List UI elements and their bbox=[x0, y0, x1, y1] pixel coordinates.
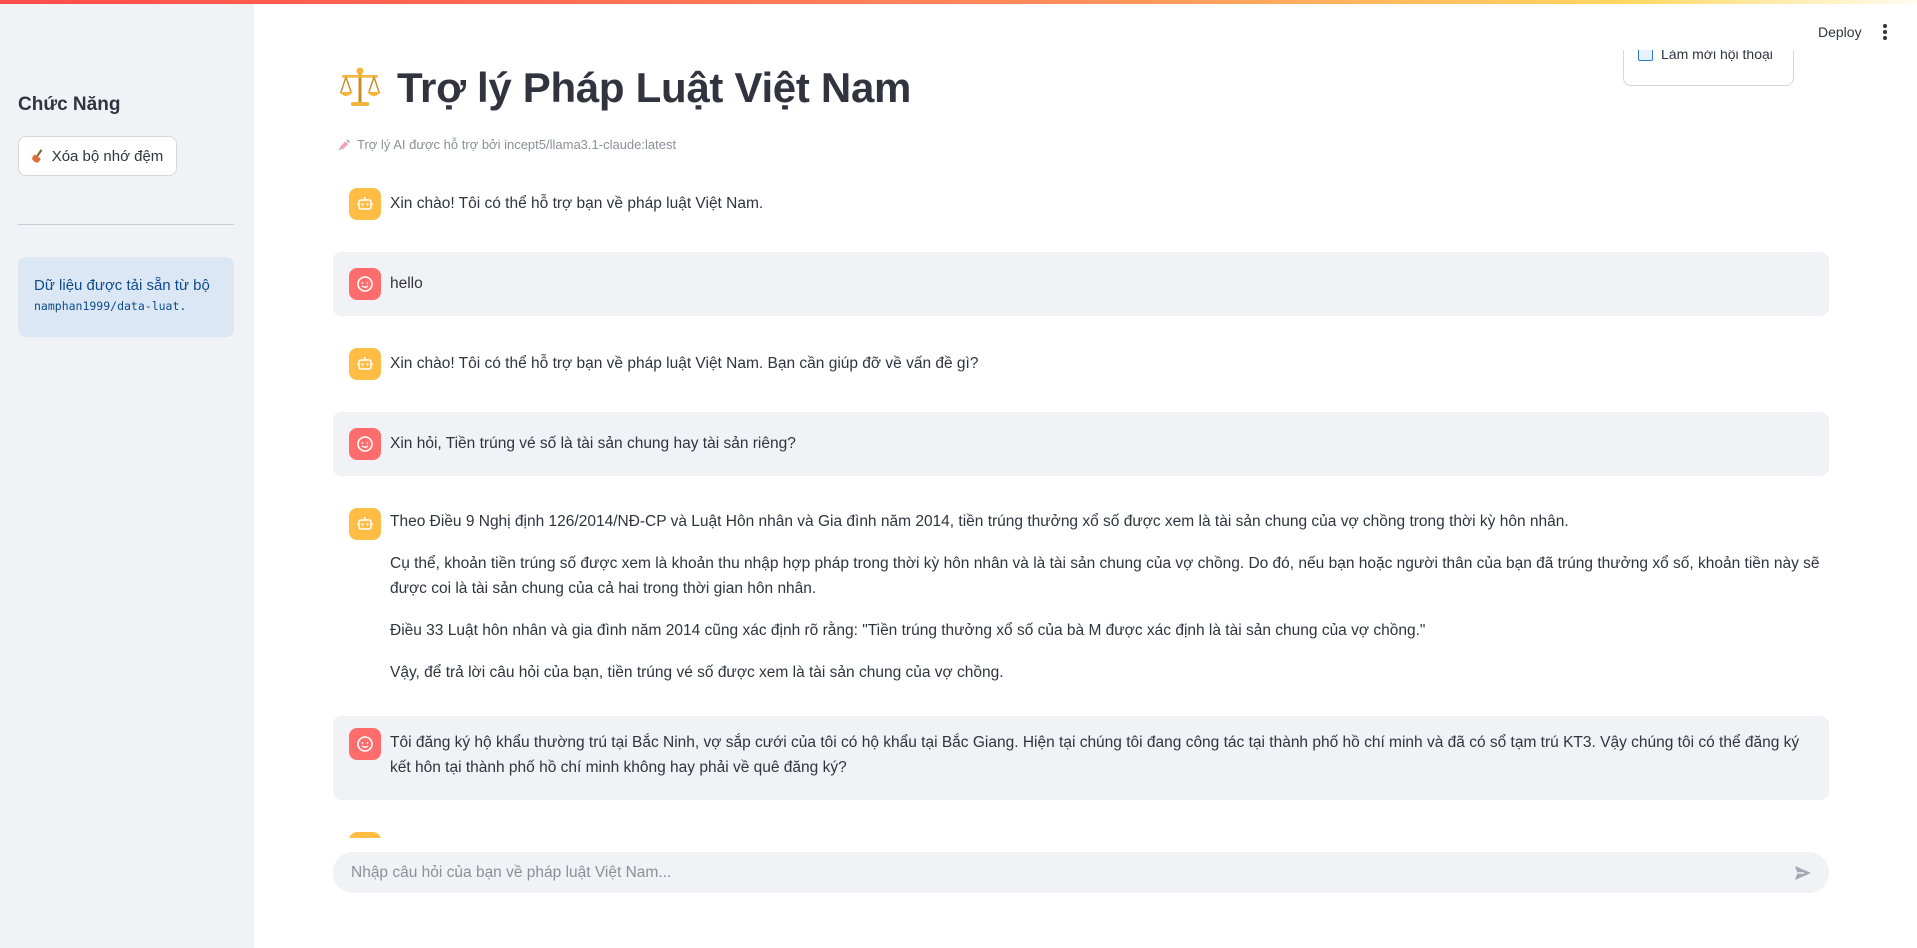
chat-input[interactable] bbox=[351, 852, 1751, 893]
chat-message-user: Xin hỏi, Tiền trúng vé số là tài sản chu… bbox=[333, 412, 1829, 476]
caption-text: Trợ lý AI được hỗ trợ bởi incept5/llama3… bbox=[357, 137, 677, 152]
clear-cache-label: Xóa bộ nhớ đệm bbox=[51, 147, 164, 165]
page-caption: Trợ lý AI được hỗ trợ bởi incept5/llama3… bbox=[337, 137, 676, 152]
info-suffix: . bbox=[179, 299, 187, 313]
robot-icon bbox=[349, 508, 381, 540]
message-paragraph: Cụ thể, khoản tiền trúng số được xem là … bbox=[390, 555, 1820, 597]
chat-input-container bbox=[333, 852, 1829, 893]
message-text: Tôi đăng ký hộ khẩu thường trú tại Bắc N… bbox=[390, 734, 1800, 776]
sidebar-divider bbox=[18, 224, 234, 225]
chat-history: Xin chào! Tôi có thể hỗ trợ bạn về pháp … bbox=[333, 178, 1829, 838]
smiley-face-icon bbox=[349, 268, 381, 300]
clear-cache-button[interactable]: Xóa bộ nhớ đệm bbox=[18, 136, 177, 176]
info-alert: Dữ liệu được tải sẵn từ bộ namphan1999/d… bbox=[18, 257, 234, 337]
message-paragraph: Vậy, để trả lời câu hỏi của bạn, tiền tr… bbox=[390, 664, 1004, 681]
chat-message-user: Tôi đăng ký hộ khẩu thường trú tại Bắc N… bbox=[333, 716, 1829, 800]
deploy-button[interactable]: Deploy bbox=[1818, 24, 1862, 40]
top-decoration-stripe bbox=[0, 0, 1917, 4]
envelope-icon bbox=[1638, 50, 1653, 61]
send-arrow-icon[interactable] bbox=[1793, 863, 1813, 883]
dataset-name: namphan1999/data-luat bbox=[34, 299, 180, 313]
chat-message-assistant: Xin chào! Tôi có thể hỗ trợ bạn về pháp … bbox=[333, 178, 1829, 230]
chat-message-assistant bbox=[333, 830, 1829, 838]
message-text: Xin chào! Tôi có thể hỗ trợ bạn về pháp … bbox=[390, 355, 979, 372]
message-text: hello bbox=[390, 275, 423, 292]
chat-message-assistant: Xin chào! Tôi có thể hỗ trợ bạn về pháp … bbox=[333, 338, 1829, 390]
chat-message-user: hello bbox=[333, 252, 1829, 316]
refresh-conversation-button[interactable]: Làm mới hội thoại bbox=[1623, 50, 1794, 86]
page-header: Trợ lý Pháp Luật Việt Nam bbox=[337, 64, 911, 112]
broom-icon bbox=[32, 149, 46, 163]
refresh-conversation-label: Làm mới hội thoại bbox=[1661, 50, 1773, 62]
message-paragraph: Điều 33 Luật hôn nhân và gia đình năm 20… bbox=[390, 622, 1426, 639]
syringe-icon bbox=[337, 138, 351, 152]
info-text: Dữ liệu được tải sẵn từ bộ bbox=[34, 277, 210, 294]
message-text: Xin chào! Tôi có thể hỗ trợ bạn về pháp … bbox=[390, 195, 764, 212]
balance-scale-icon bbox=[337, 65, 383, 111]
smiley-face-icon bbox=[349, 728, 381, 760]
more-options-icon[interactable] bbox=[1882, 24, 1888, 40]
message-text: Xin hỏi, Tiền trúng vé số là tài sản chu… bbox=[390, 435, 796, 452]
smiley-face-icon bbox=[349, 428, 381, 460]
page-title: Trợ lý Pháp Luật Việt Nam bbox=[397, 64, 912, 111]
sidebar: Chức Năng Xóa bộ nhớ đệm Dữ liệu được tả… bbox=[0, 0, 254, 948]
robot-icon bbox=[349, 188, 381, 220]
robot-icon bbox=[349, 348, 381, 380]
message-paragraph: Theo Điều 9 Nghị định 126/2014/NĐ-CP và … bbox=[390, 513, 1569, 530]
sidebar-title: Chức Năng bbox=[18, 94, 121, 115]
robot-icon bbox=[349, 832, 381, 838]
